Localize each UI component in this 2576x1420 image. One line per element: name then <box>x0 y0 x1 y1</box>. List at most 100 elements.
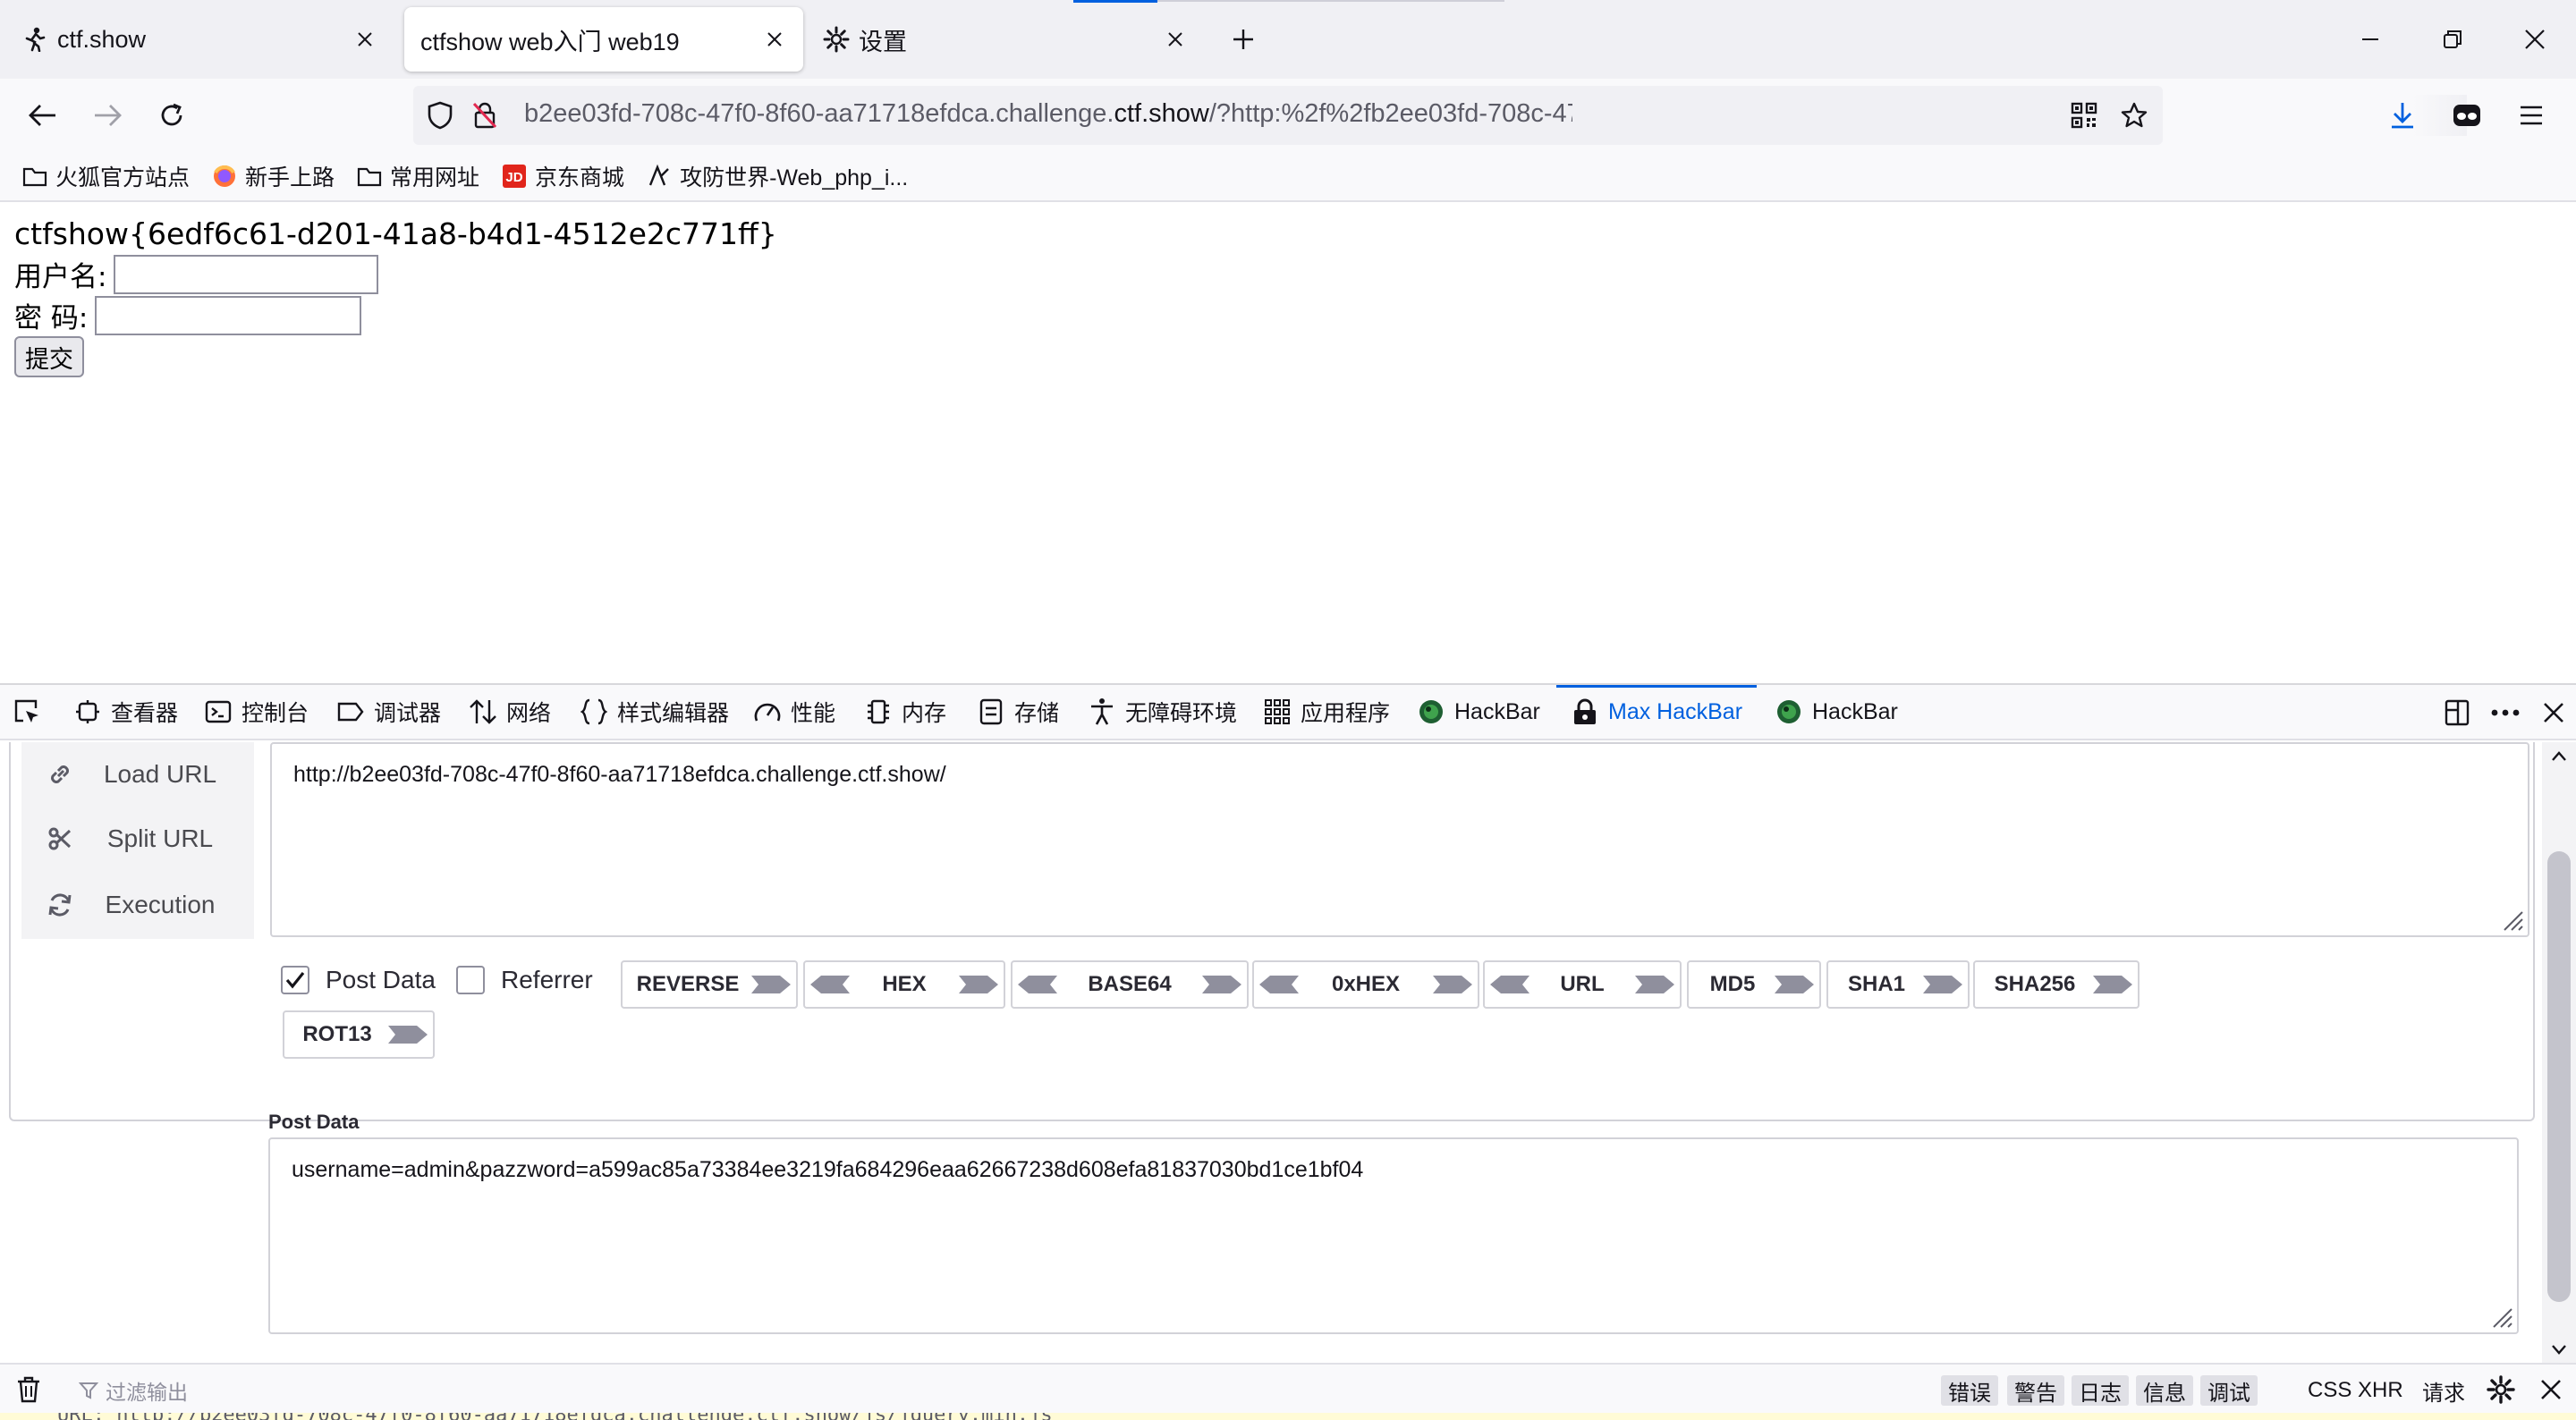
back-arrow-icon <box>29 105 55 126</box>
tab-inspector[interactable]: 查看器 <box>73 685 178 739</box>
execution-button[interactable]: Execution <box>21 873 254 937</box>
element-picker-button[interactable] <box>13 685 50 739</box>
encode-arrow-icon[interactable] <box>1919 973 1968 996</box>
encode-arrow-icon[interactable] <box>955 973 1004 996</box>
level-info[interactable]: 信息 <box>2136 1375 2193 1406</box>
tab-console[interactable]: 控制台 <box>204 685 309 739</box>
password-input[interactable] <box>95 295 362 335</box>
level-debug[interactable]: 调试 <box>2200 1375 2258 1406</box>
close-devtools-button[interactable] <box>2538 697 2569 728</box>
encode-arrow-icon[interactable] <box>1199 973 1247 996</box>
qr-code-icon[interactable] <box>2068 99 2100 131</box>
decode-arrow-icon[interactable] <box>805 973 853 996</box>
encode-arrow-icon[interactable] <box>748 973 796 996</box>
tab-ctfshow[interactable]: ctf.show <box>7 7 394 72</box>
md5-button[interactable]: MD5 <box>1687 960 1821 1009</box>
tab-hackbar[interactable]: HackBar <box>1417 685 1540 739</box>
decode-arrow-icon[interactable] <box>1485 973 1533 996</box>
tab-debugger[interactable]: 调试器 <box>336 685 441 739</box>
minimize-button[interactable] <box>2349 18 2392 61</box>
type-xhr[interactable]: XHR <box>2351 1375 2411 1406</box>
checkbox-checked[interactable] <box>281 966 309 994</box>
scrollbar-thumb[interactable] <box>2547 851 2571 1302</box>
tab-memory[interactable]: 内存 <box>864 685 946 739</box>
type-requests[interactable]: 请求 <box>2415 1375 2472 1406</box>
hex-button[interactable]: HEX <box>803 960 1005 1009</box>
tab-network[interactable]: 网络 <box>469 685 551 739</box>
scroll-down-icon[interactable] <box>2549 1340 2569 1359</box>
url-bar[interactable]: b2ee03fd-708c-47f0-8f60-aa71718efdca.cha… <box>413 86 2467 145</box>
tab-accessibility[interactable]: 无障碍环境 <box>1088 685 1237 739</box>
tab-hackbar-2[interactable]: HackBar <box>1775 685 1898 739</box>
shield-icon[interactable] <box>424 99 456 131</box>
tab-max-hackbar[interactable]: Max HackBar <box>1555 685 1758 739</box>
load-url-button[interactable]: Load URL <box>21 742 254 807</box>
decode-arrow-icon[interactable] <box>1254 973 1302 996</box>
tab-application[interactable]: 应用程序 <box>1263 685 1390 739</box>
restore-button[interactable] <box>2431 18 2474 61</box>
encode-arrow-icon[interactable] <box>1771 973 1819 996</box>
scroll-up-icon[interactable] <box>2549 746 2569 765</box>
trash-icon[interactable] <box>16 1375 41 1408</box>
base64-button[interactable]: BASE64 <box>1011 960 1249 1009</box>
tab-performance[interactable]: 性能 <box>753 685 835 739</box>
username-input[interactable] <box>114 254 379 294</box>
sha1-button[interactable]: SHA1 <box>1826 960 1970 1009</box>
insecure-lock-icon[interactable] <box>469 99 501 131</box>
bookmark-item[interactable]: JD 京东商城 <box>501 160 624 192</box>
account-button[interactable] <box>2445 94 2488 137</box>
resize-grip-icon[interactable] <box>2499 907 2524 932</box>
post-data-checkbox[interactable]: Post Data <box>281 966 436 994</box>
sha256-button[interactable]: SHA256 <box>1973 960 2140 1009</box>
tab-style-editor[interactable]: 样式编辑器 <box>580 685 729 739</box>
submit-button[interactable]: 提交 <box>14 336 84 377</box>
0xhex-button[interactable]: 0xHEX <box>1252 960 1479 1009</box>
filter-output-input[interactable]: 过滤输出 <box>79 1375 188 1406</box>
url-textarea[interactable]: http://b2ee03fd-708c-47f0-8f60-aa71718ef… <box>270 742 2529 937</box>
new-tab-button[interactable] <box>1225 21 1261 57</box>
picker-icon <box>13 697 41 726</box>
loading-indicator <box>1073 0 1157 3</box>
split-url-button[interactable]: Split URL <box>21 807 254 871</box>
rot13-button[interactable]: ROT13 <box>283 1010 435 1059</box>
close-icon[interactable] <box>762 27 787 52</box>
bookmark-item[interactable]: 新手上路 <box>211 160 335 192</box>
close-icon[interactable] <box>1163 27 1188 52</box>
private-mask-icon <box>2453 105 2480 126</box>
post-data-textarea[interactable]: username=admin&pazzword=a599ac85a73384ee… <box>268 1137 2519 1334</box>
level-error[interactable]: 错误 <box>1941 1375 1998 1406</box>
level-log[interactable]: 日志 <box>2072 1375 2129 1406</box>
back-button[interactable] <box>21 94 64 137</box>
bookmark-item[interactable]: 常用网址 <box>356 160 479 192</box>
settings-gear-icon[interactable] <box>2487 1375 2515 1408</box>
bookmark-star-icon[interactable] <box>2118 99 2150 131</box>
close-window-button[interactable] <box>2513 18 2556 61</box>
downloads-button[interactable] <box>2381 94 2424 137</box>
reverse-button[interactable]: REVERSE <box>621 960 798 1009</box>
tab-storage[interactable]: 存储 <box>977 685 1059 739</box>
encode-arrow-icon[interactable] <box>1429 973 1478 996</box>
folder-icon <box>356 163 383 190</box>
bookmark-item[interactable]: 火狐官方站点 <box>21 160 190 192</box>
url-button[interactable]: URL <box>1483 960 1682 1009</box>
bookmark-item[interactable]: 攻防世界-Web_php_i... <box>646 160 908 192</box>
level-warning[interactable]: 警告 <box>2007 1375 2064 1406</box>
close-icon[interactable] <box>352 27 377 52</box>
dock-toggle-button[interactable] <box>2442 697 2472 728</box>
devtools-scrollbar[interactable] <box>2542 742 2576 1368</box>
encode-arrow-icon[interactable] <box>385 1023 433 1046</box>
close-icon[interactable] <box>2540 1379 2562 1405</box>
more-options-button[interactable] <box>2490 697 2521 728</box>
referrer-checkbox[interactable]: Referrer <box>456 966 593 994</box>
url-text[interactable]: b2ee03fd-708c-47f0-8f60-aa71718efdca.cha… <box>524 99 1572 131</box>
reload-button[interactable] <box>150 94 193 137</box>
decode-arrow-icon[interactable] <box>1013 973 1061 996</box>
menu-button[interactable] <box>2510 94 2553 137</box>
resize-grip-icon[interactable] <box>2488 1304 2513 1329</box>
forward-button[interactable] <box>86 94 129 137</box>
tab-settings[interactable]: 设置 <box>810 7 1204 72</box>
encode-arrow-icon[interactable] <box>1631 973 1680 996</box>
encode-arrow-icon[interactable] <box>2089 973 2138 996</box>
checkbox-unchecked[interactable] <box>456 966 485 994</box>
tab-web19[interactable]: ctfshow web入门 web19 <box>404 7 803 72</box>
